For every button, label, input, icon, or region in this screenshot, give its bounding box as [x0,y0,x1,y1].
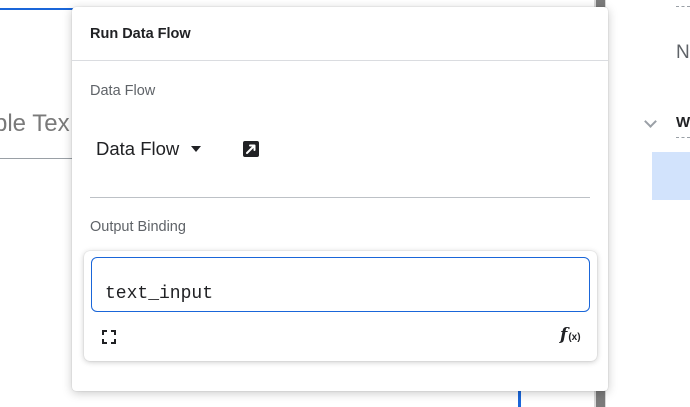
data-flow-selected-value: Data Flow [96,138,180,159]
popover-title: Run Data Flow [90,26,191,42]
data-flow-dropdown[interactable]: Data Flow [96,134,202,164]
output-binding-input[interactable] [91,257,590,312]
panel-dashed-underline [676,137,690,138]
run-data-flow-popover: Run Data Flow Data Flow Data Flow Output… [72,7,608,391]
panel-selected-row[interactable] [652,152,690,200]
popover-header-divider [72,60,608,61]
panel-dashed-underline [676,6,690,7]
expand-icon[interactable] [102,330,116,344]
caret-down-icon [191,146,202,152]
panel-section-header-w[interactable]: W [676,114,690,131]
section-divider [90,197,590,198]
open-in-new-icon[interactable] [242,140,260,158]
canvas-text-underline [0,158,80,159]
output-binding-editor: f(x) [84,251,597,361]
data-flow-label: Data Flow [90,83,156,99]
output-binding-label: Output Binding [90,219,186,235]
fx-icon[interactable]: f (x) [560,325,581,345]
canvas-sample-text: ple Tex [0,110,70,137]
panel-item-label-n[interactable]: N [676,42,690,64]
